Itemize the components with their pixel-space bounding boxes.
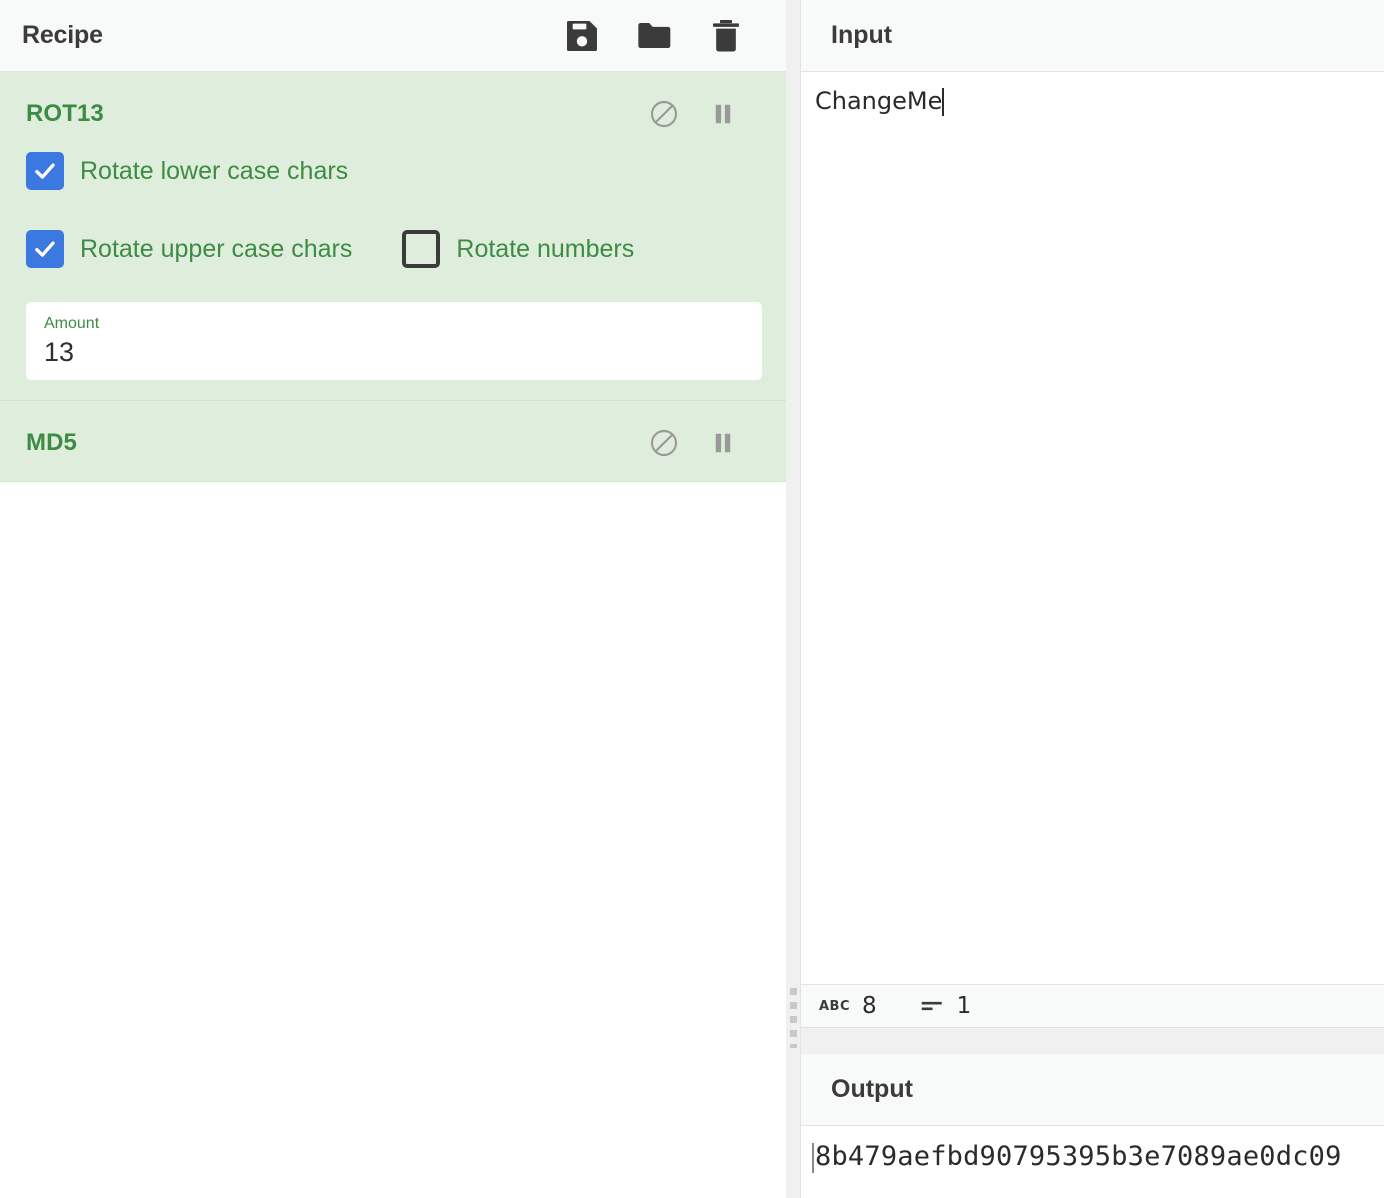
checkbox-unchecked-icon — [402, 230, 441, 268]
disable-icon[interactable] — [648, 98, 680, 130]
disable-icon[interactable] — [648, 427, 680, 459]
operation-title: ROT13 — [26, 100, 104, 127]
checkbox-checked-icon — [26, 152, 64, 190]
arg-row-rotate-upper-and-numbers: Rotate upper case chars Rotate numbers — [26, 230, 764, 268]
operation-title: MD5 — [26, 429, 77, 456]
amount-field-label: Amount — [44, 315, 100, 332]
checkbox-checked-icon — [26, 230, 64, 268]
checkbox-rotate-upper-case-chars[interactable]: Rotate upper case chars — [26, 230, 352, 268]
operation-controls — [648, 427, 764, 459]
recipe-toolbar — [562, 16, 766, 56]
input-textarea[interactable]: ChangeMe — [801, 72, 1384, 984]
input-length-status[interactable]: ABC 8 — [819, 993, 877, 1019]
input-text-value[interactable]: ChangeMe — [815, 86, 945, 117]
save-recipe-icon[interactable] — [562, 16, 602, 56]
io-pane: Input ChangeMe ABC 8 1 Output 8b479aefbd… — [800, 0, 1384, 1198]
recipe-operation-list[interactable]: ROT13 Rotate lower case chars Rotate upp… — [0, 72, 786, 1198]
input-header: Input — [801, 0, 1384, 72]
recipe-operation-md5[interactable]: MD5 — [0, 401, 786, 482]
splitter-grip[interactable] — [790, 988, 797, 1048]
input-lines-value: 1 — [956, 993, 972, 1019]
load-recipe-icon[interactable] — [634, 16, 674, 56]
input-section: Input ChangeMe ABC 8 1 — [800, 0, 1384, 1028]
input-lines-status[interactable]: 1 — [919, 993, 972, 1019]
input-title: Input — [831, 21, 893, 49]
recipe-pane: Recipe ROT13 Rotate lower case chars Rot… — [0, 0, 786, 1198]
amount-field-value[interactable]: 13 — [44, 336, 744, 368]
page-title: Recipe — [22, 21, 103, 49]
checkbox-rotate-lower-case-chars[interactable]: Rotate lower case chars — [26, 152, 348, 190]
checkbox-label: Rotate lower case chars — [80, 156, 349, 185]
output-section: Output 8b479aefbd90795395b3e7089ae0dc09 — [800, 1054, 1384, 1198]
cyberchef-app: Recipe ROT13 Rotate lower case chars Rot… — [0, 0, 1384, 1198]
output-header: Output — [801, 1054, 1384, 1126]
operation-arguments: Rotate lower case chars Rotate upper cas… — [0, 152, 786, 400]
operation-titlebar: ROT13 — [0, 72, 786, 152]
clear-recipe-icon[interactable] — [706, 16, 746, 56]
pause-icon[interactable] — [708, 99, 738, 129]
recipe-operation-rot13[interactable]: ROT13 Rotate lower case chars Rotate upp… — [0, 72, 786, 401]
output-title: Output — [831, 1075, 913, 1103]
abc-icon: ABC — [819, 998, 851, 1014]
pause-icon[interactable] — [708, 428, 738, 458]
amount-field[interactable]: Amount 13 — [26, 302, 762, 380]
input-length-value: 8 — [862, 993, 877, 1019]
input-status-bar: ABC 8 1 — [801, 984, 1384, 1028]
output-textarea[interactable]: 8b479aefbd90795395b3e7089ae0dc09 — [801, 1126, 1384, 1198]
arg-row-rotate-lower: Rotate lower case chars — [26, 152, 764, 190]
operation-titlebar: MD5 — [0, 401, 786, 481]
vertical-splitter[interactable] — [786, 0, 800, 1198]
output-text-value: 8b479aefbd90795395b3e7089ae0dc09 — [812, 1141, 1342, 1173]
checkbox-label: Rotate upper case chars — [80, 234, 353, 263]
checkbox-label: Rotate numbers — [456, 234, 635, 263]
recipe-header: Recipe — [0, 0, 786, 72]
lines-icon — [919, 993, 945, 1019]
operation-controls — [648, 98, 764, 130]
horizontal-splitter[interactable] — [800, 1028, 1384, 1054]
checkbox-rotate-numbers[interactable]: Rotate numbers — [402, 230, 634, 268]
